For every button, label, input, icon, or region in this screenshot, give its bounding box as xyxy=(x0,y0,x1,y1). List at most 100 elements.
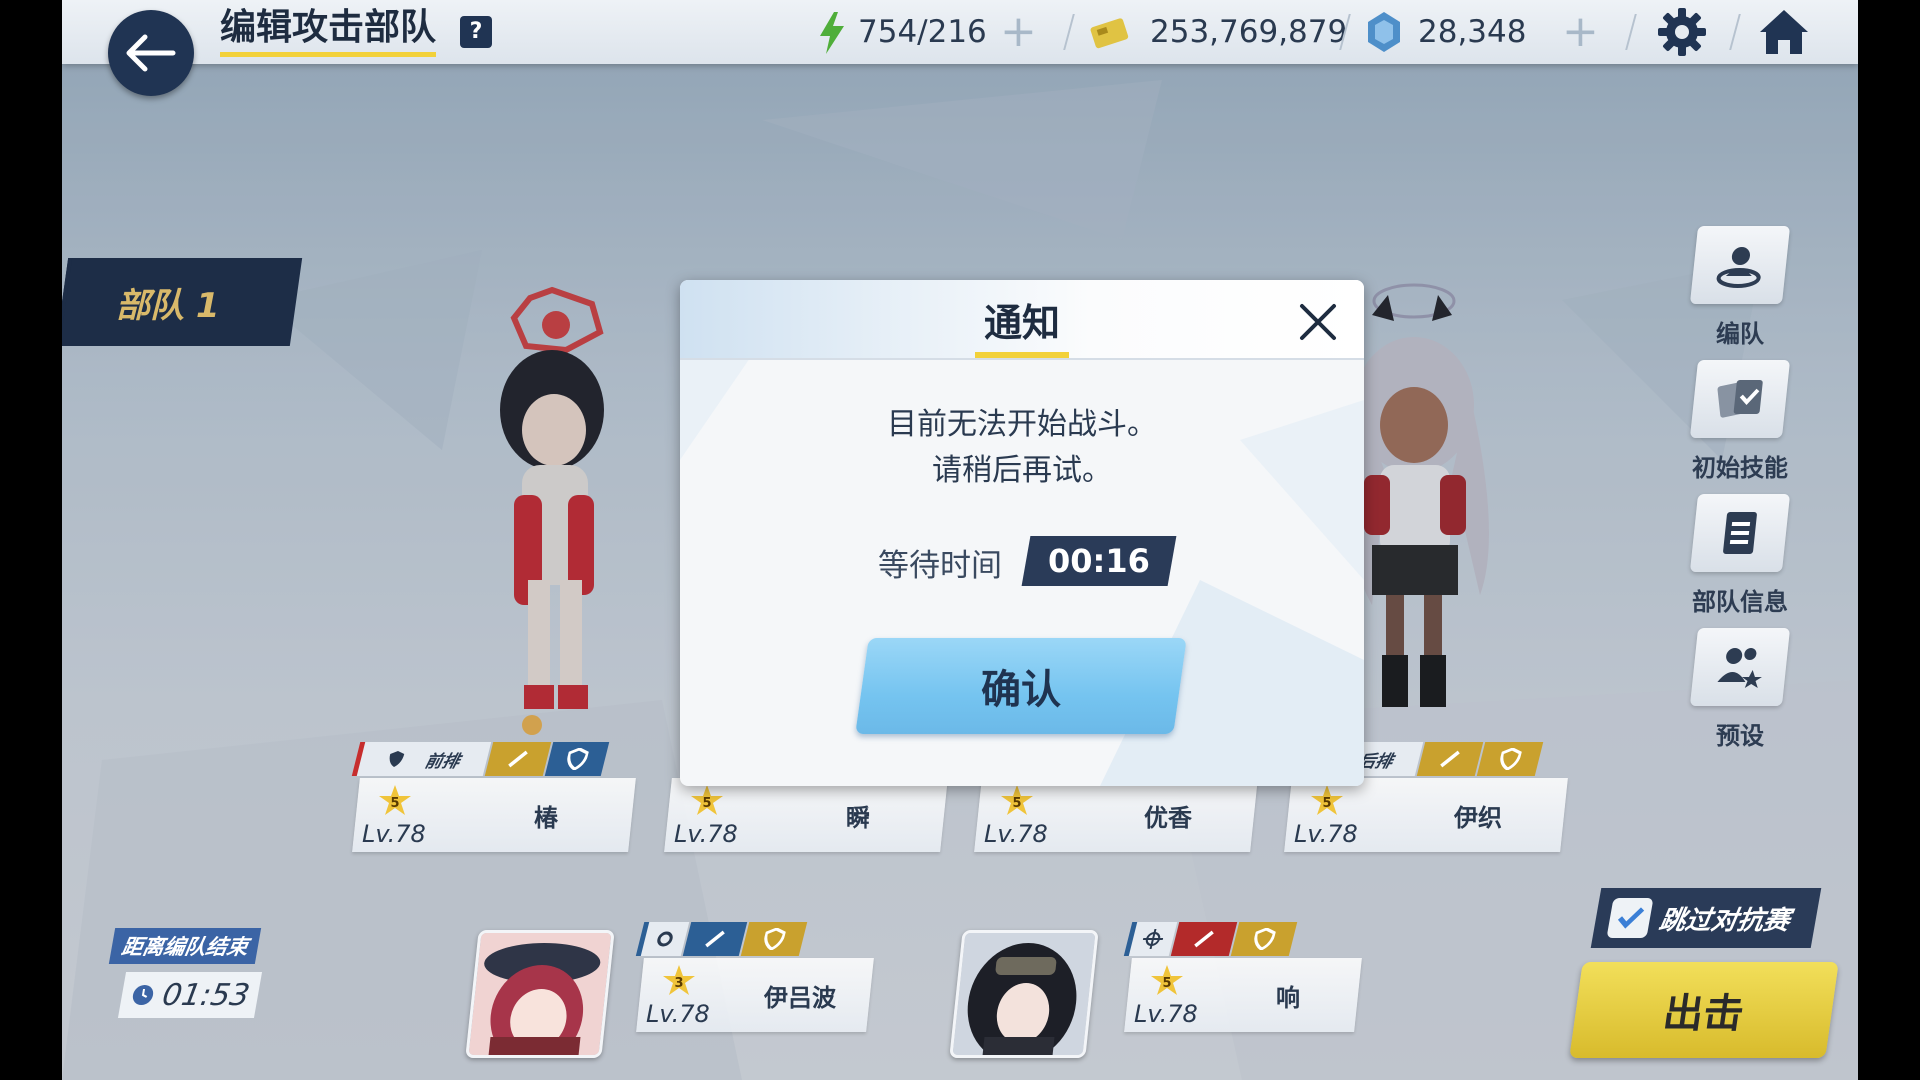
defense-type-tag xyxy=(1230,922,1298,956)
support-portrait-hibiki[interactable] xyxy=(949,930,1099,1058)
support-portrait-iroha[interactable] xyxy=(465,930,615,1058)
slot-tags: 前排 xyxy=(351,742,610,776)
svg-text:5: 5 xyxy=(1162,976,1171,991)
gear-icon[interactable] xyxy=(1656,6,1708,58)
menu-squad-info-label: 部队信息 xyxy=(1692,588,1788,616)
skill-cards-icon xyxy=(1717,380,1763,418)
divider xyxy=(1063,14,1075,50)
ap-value: 754/216 xyxy=(858,14,987,50)
credit-value: 253,769,879 xyxy=(1150,14,1348,50)
dialog-title: 通知 xyxy=(983,301,1060,345)
shield-icon xyxy=(764,928,787,950)
skip-battle-checkbox[interactable] xyxy=(1606,898,1654,938)
role-tag xyxy=(635,922,690,956)
star-icon: 5 xyxy=(691,785,723,815)
role-tag xyxy=(1123,922,1178,956)
credit-counter: 253,769,879 xyxy=(1150,10,1347,54)
slot-name: 伊织 xyxy=(1454,804,1502,832)
iroha-portrait xyxy=(468,933,612,1058)
star-icon: 3 xyxy=(663,965,695,995)
slot-tags xyxy=(635,922,808,956)
title-underline xyxy=(975,352,1069,358)
home-icon[interactable] xyxy=(1758,6,1810,58)
page-title: 编辑攻击部队 xyxy=(220,6,437,57)
menu-initial-skill-label: 初始技能 xyxy=(1692,454,1788,482)
timer-value: 01:53 xyxy=(159,977,253,1013)
game-stage: 编辑攻击部队 ? 754/216 + 253,769,879 28,348 + xyxy=(62,0,1858,1080)
attack-type-tag xyxy=(484,742,552,776)
star-icon: 5 xyxy=(379,785,411,815)
divider xyxy=(1625,14,1637,50)
attack-type-tag xyxy=(1416,742,1484,776)
sword-icon xyxy=(1440,750,1460,768)
gem-add-button[interactable]: + xyxy=(1562,10,1599,54)
credit-icon xyxy=(1090,18,1129,49)
menu-preset-label: 预设 xyxy=(1716,722,1764,750)
clipboard-icon xyxy=(1723,512,1757,554)
sword-icon xyxy=(1194,930,1214,948)
timer-value-box: 01:53 xyxy=(117,972,263,1018)
top-bar: 编辑攻击部队 ? 754/216 + 253,769,879 28,348 + xyxy=(62,0,1858,64)
defense-type-tag xyxy=(1476,742,1544,776)
menu-preset[interactable]: 预设 xyxy=(1689,628,1791,751)
shield-icon xyxy=(567,748,590,770)
dialog-message-line-2: 请稍后再试。 xyxy=(932,453,1112,488)
gem-counter: 28,348 xyxy=(1418,10,1526,54)
ap-counter: 754/216 xyxy=(858,10,987,54)
slot-level: Lv.78 xyxy=(674,820,738,848)
back-button[interactable] xyxy=(108,10,194,96)
role-tag: 前排 xyxy=(351,742,492,776)
close-icon[interactable] xyxy=(1296,300,1340,344)
formation-timer: 距离编队结束 01:53 xyxy=(108,928,263,1018)
gear-role-icon xyxy=(657,931,673,947)
help-button[interactable]: ? xyxy=(460,16,492,48)
skip-battle-label: 跳过对抗赛 xyxy=(1656,905,1793,936)
wait-time-label: 等待时间 xyxy=(878,548,1002,584)
svg-text:5: 5 xyxy=(702,796,711,811)
slot-1[interactable]: 前排 5 Lv.78 椿 xyxy=(351,742,636,858)
svg-text:3: 3 xyxy=(674,976,683,991)
slot-level: Lv.78 xyxy=(984,820,1048,848)
menu-squad-info[interactable]: 部队信息 xyxy=(1689,494,1791,617)
shield-icon xyxy=(1254,928,1277,950)
divider xyxy=(1729,14,1741,50)
svg-text:5: 5 xyxy=(390,796,399,811)
slot-tags xyxy=(1123,922,1298,956)
wait-time-box: 00:16 xyxy=(1021,536,1177,586)
star-icon: 5 xyxy=(1151,965,1183,995)
slot-level: Lv.78 xyxy=(1134,1000,1198,1028)
support-slot-2[interactable]: 5 Lv.78 响 xyxy=(1123,922,1362,1038)
slot-level: Lv.78 xyxy=(1294,820,1358,848)
gem-value: 28,348 xyxy=(1418,14,1527,50)
sortie-button[interactable]: 出击 xyxy=(1569,962,1839,1058)
preset-users-icon xyxy=(1717,648,1762,688)
confirm-button[interactable]: 确认 xyxy=(855,638,1187,734)
formation-icon xyxy=(1716,247,1761,288)
gem-icon xyxy=(1368,12,1400,52)
shield-icon xyxy=(1500,748,1523,770)
defense-type-tag xyxy=(544,742,610,776)
attack-type-tag xyxy=(682,922,748,956)
slot-name: 椿 xyxy=(534,804,558,832)
menu-initial-skill[interactable]: 初始技能 xyxy=(1689,360,1791,483)
skip-battle-toggle[interactable]: 跳过对抗赛 xyxy=(1590,888,1822,948)
hibiki-portrait xyxy=(952,933,1096,1058)
timer-label: 距离编队结束 xyxy=(108,928,262,964)
svg-text:5: 5 xyxy=(1322,796,1331,811)
support-slot-1[interactable]: 3 Lv.78 伊吕波 xyxy=(635,922,874,1038)
ap-add-button[interactable]: + xyxy=(1000,10,1037,54)
menu-formation-label: 编队 xyxy=(1716,320,1764,348)
star-icon: 5 xyxy=(1001,785,1033,815)
star-icon: 5 xyxy=(1311,785,1343,815)
slot-name: 响 xyxy=(1276,984,1300,1012)
ap-icon xyxy=(820,12,844,54)
squad-label: 部队 1 xyxy=(116,286,220,326)
menu-formation[interactable]: 编队 xyxy=(1689,226,1791,349)
slot-level: Lv.78 xyxy=(362,820,426,848)
svg-text:5: 5 xyxy=(1012,796,1021,811)
slot-name: 伊吕波 xyxy=(764,984,836,1012)
sword-icon xyxy=(508,750,528,768)
attack-type-tag xyxy=(1170,922,1238,956)
wait-time-value: 00:16 xyxy=(1048,542,1150,580)
crosshair-icon xyxy=(1142,929,1164,949)
